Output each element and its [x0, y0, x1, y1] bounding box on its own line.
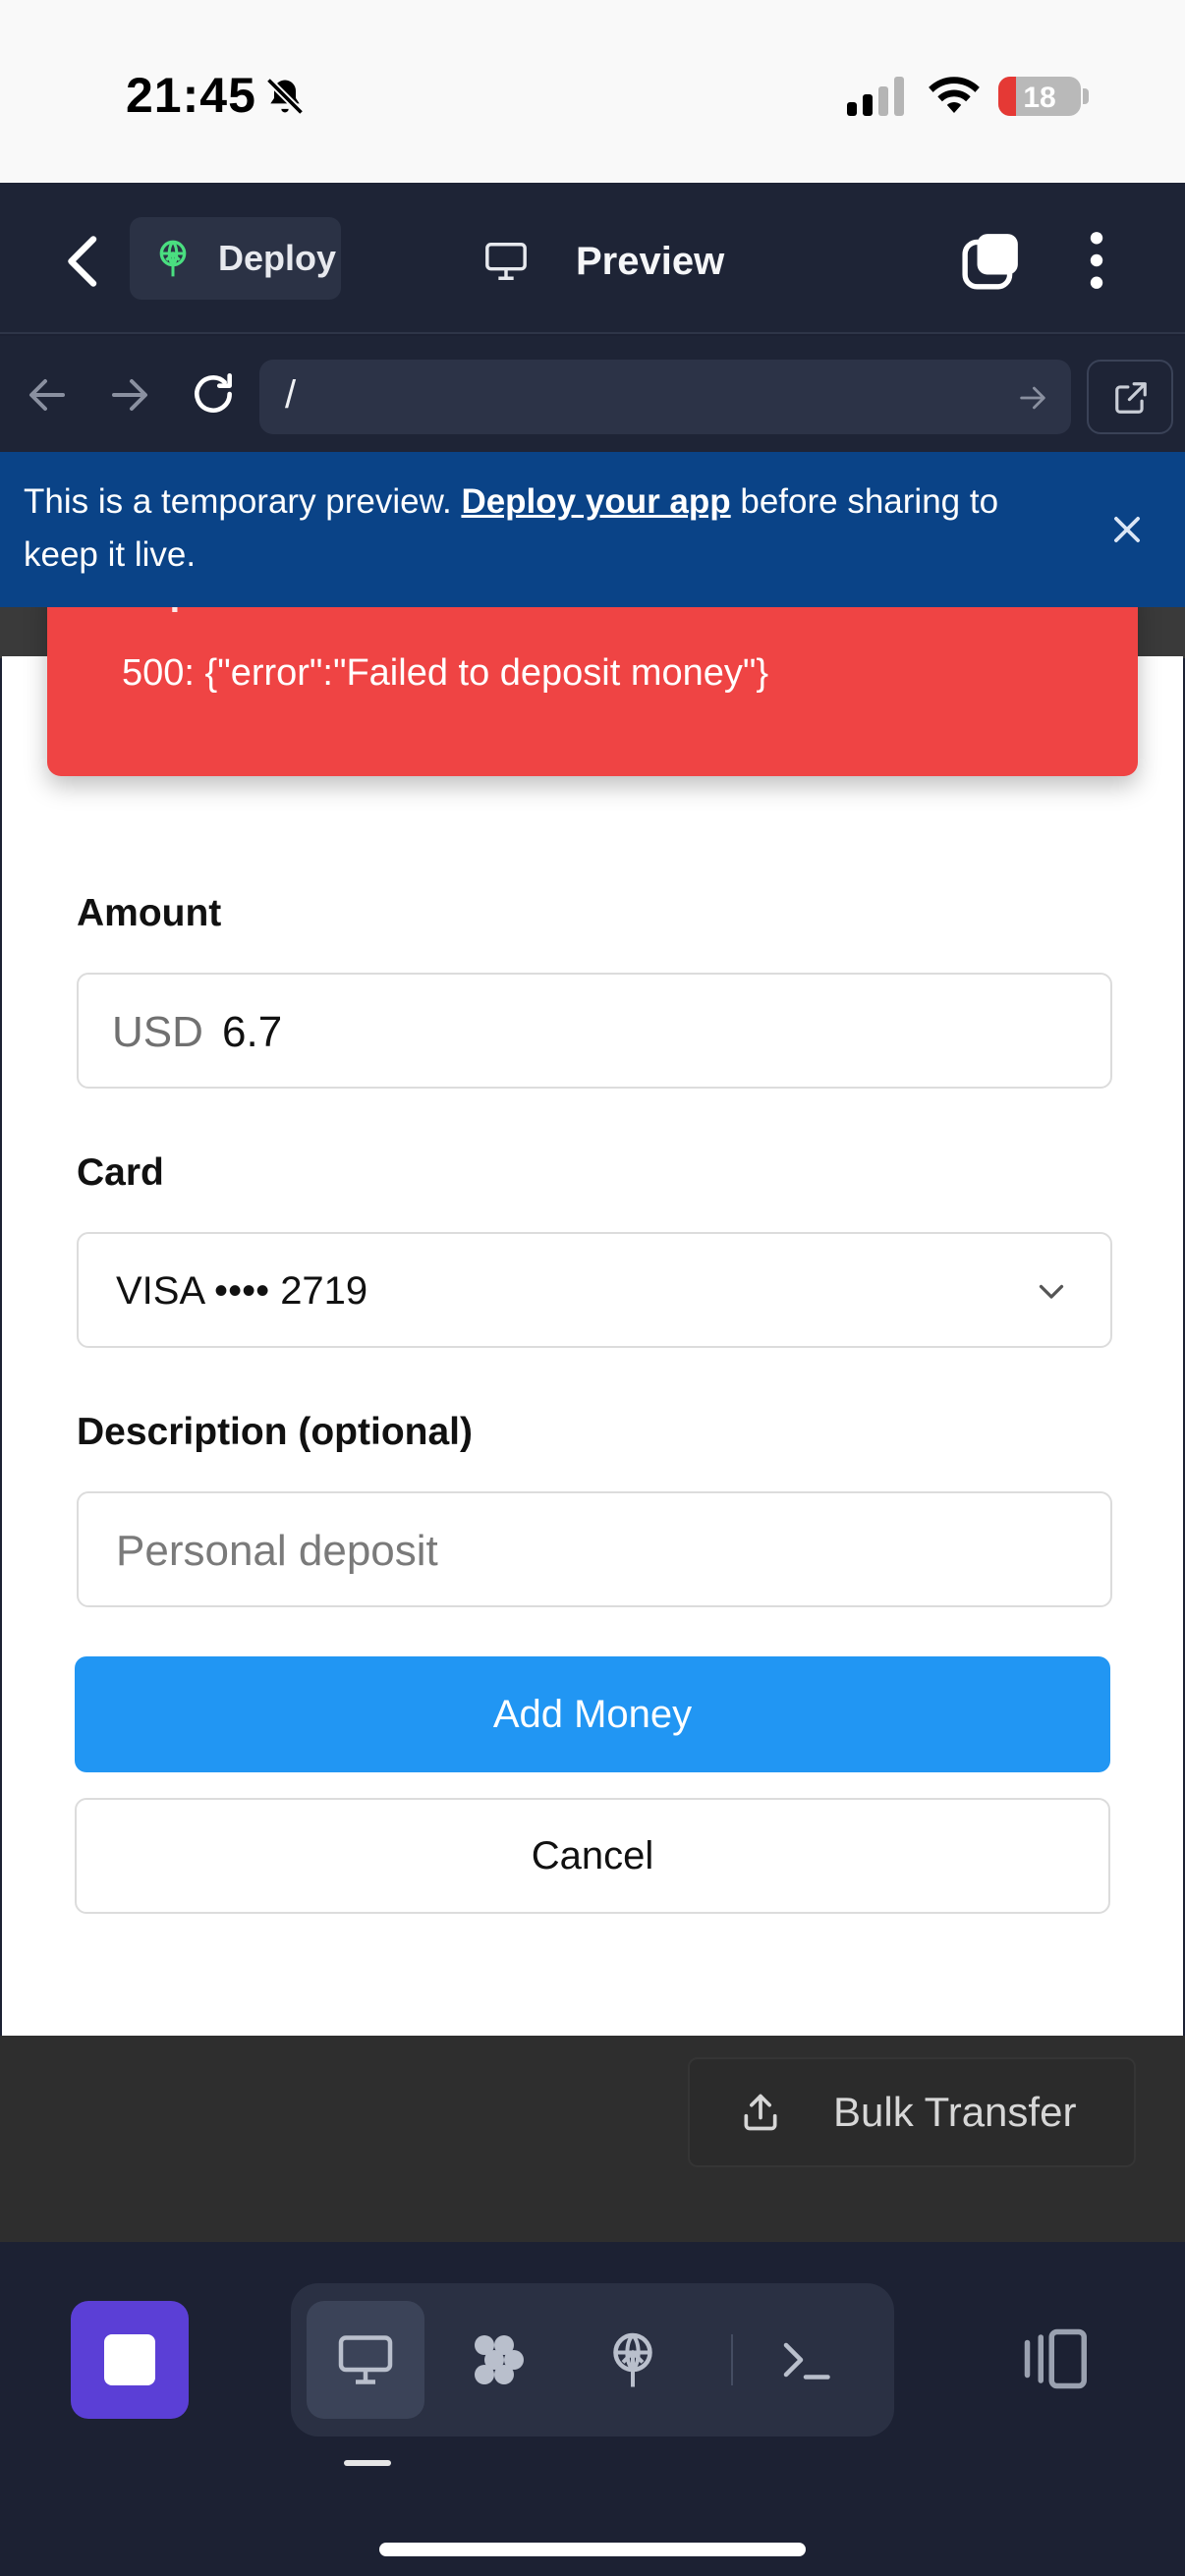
add-money-button[interactable]: Add Money: [75, 1656, 1110, 1772]
stop-button[interactable]: [71, 2301, 189, 2419]
active-tab-indicator: [344, 2460, 391, 2466]
signal-icon: [847, 77, 904, 116]
reload-icon[interactable]: [189, 369, 238, 419]
card-value: VISA •••• 2719: [116, 1269, 368, 1313]
url-input[interactable]: /: [259, 360, 1071, 434]
page-title: Preview: [576, 239, 725, 283]
close-icon[interactable]: [1108, 511, 1146, 548]
bulk-transfer-label: Bulk Transfer: [833, 2089, 1077, 2135]
tool-separator: [731, 2334, 733, 2385]
background-page: Bulk Transfer: [0, 2036, 1185, 2242]
app-header: Deploy Preview: [0, 183, 1185, 334]
banner-text-before: This is a temporary preview.: [24, 482, 462, 521]
tabs-icon[interactable]: [961, 230, 1022, 291]
deploy-app-link[interactable]: Deploy your app: [461, 482, 730, 521]
temporary-preview-banner: This is a temporary preview. Deploy your…: [0, 452, 1185, 607]
tool-apps[interactable]: [440, 2301, 558, 2419]
side-panel-icon[interactable]: [1018, 2326, 1091, 2391]
description-placeholder: Personal deposit: [116, 1527, 438, 1575]
deploy-label: Deploy: [218, 238, 337, 278]
more-options-icon[interactable]: [1075, 230, 1118, 291]
battery-level: 18: [1023, 82, 1056, 114]
upload-icon: [744, 2094, 777, 2131]
open-external-button[interactable]: [1087, 360, 1173, 434]
monitor-icon: [338, 2335, 393, 2384]
tool-terminal[interactable]: [747, 2301, 865, 2419]
arrow-left-icon[interactable]: [24, 371, 71, 419]
browser-bar: /: [0, 336, 1185, 452]
chevron-down-icon: [1039, 1284, 1064, 1299]
status-time: 21:45: [126, 68, 256, 123]
description-input[interactable]: Personal deposit: [77, 1491, 1112, 1607]
battery-tip: [1083, 88, 1089, 104]
error-toast[interactable]: Deposit failed 500: {"error":"Failed to …: [47, 580, 1138, 776]
banner-text: This is a temporary preview. Deploy your…: [24, 476, 1065, 582]
card-select[interactable]: VISA •••• 2719: [77, 1232, 1112, 1348]
stop-icon: [104, 2334, 155, 2385]
amount-label: Amount: [77, 892, 222, 934]
go-arrow-icon[interactable]: [1016, 381, 1049, 415]
arrow-right-icon[interactable]: [106, 371, 153, 419]
currency-prefix: USD: [112, 1008, 203, 1056]
deploy-icon: [613, 2332, 652, 2387]
url-text: /: [285, 373, 297, 417]
amount-input[interactable]: USD 6.7: [77, 973, 1112, 1089]
external-link-icon: [1115, 382, 1147, 414]
tool-group: [291, 2283, 894, 2436]
cancel-button[interactable]: Cancel: [75, 1798, 1110, 1914]
wifi-icon: [929, 77, 980, 113]
bell-slash-icon: [265, 77, 305, 116]
tool-deploy[interactable]: [574, 2301, 692, 2419]
card-label: Card: [77, 1151, 164, 1194]
bottom-toolbar: [0, 2242, 1185, 2576]
tool-preview[interactable]: [307, 2301, 424, 2419]
terminal-icon: [783, 2342, 830, 2380]
battery-icon: 18: [998, 77, 1081, 116]
deploy-icon: [159, 240, 187, 277]
status-bar: 21:45 18: [0, 0, 1185, 183]
preview-title: Preview: [483, 232, 724, 291]
deploy-button[interactable]: Deploy: [130, 217, 341, 300]
back-chevron-icon[interactable]: [59, 232, 108, 291]
blocks-icon: [475, 2335, 524, 2384]
monitor-icon: [485, 243, 527, 280]
bulk-transfer-button[interactable]: Bulk Transfer: [688, 2057, 1136, 2167]
home-indicator: [379, 2543, 806, 2556]
amount-value: 6.7: [222, 1008, 283, 1056]
toast-message: 500: {"error":"Failed to deposit money"}: [122, 652, 769, 694]
description-label: Description (optional): [77, 1411, 473, 1453]
